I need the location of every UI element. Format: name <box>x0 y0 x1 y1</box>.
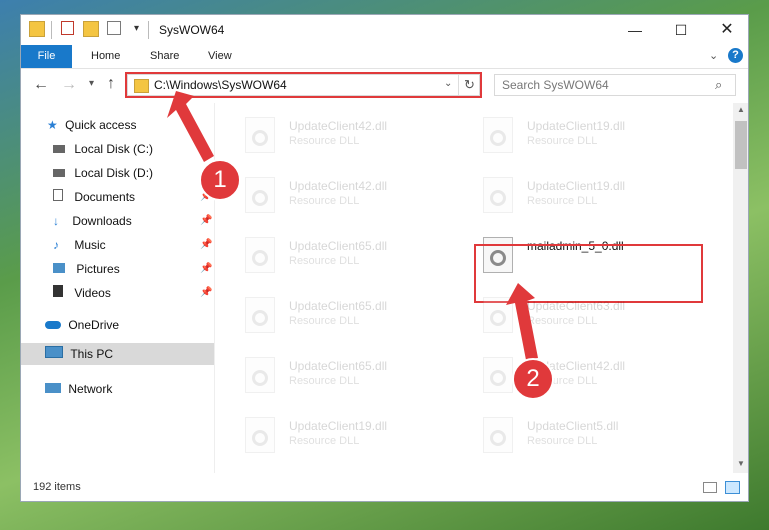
arrow-1 <box>167 91 214 162</box>
arrow-2 <box>506 283 538 360</box>
callout-2: 2 <box>512 358 554 400</box>
annotation-overlay <box>167 91 538 360</box>
callout-1: 1 <box>199 159 241 201</box>
